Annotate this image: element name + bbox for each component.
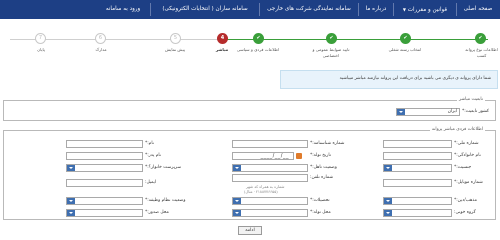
email-label: ایمیل: xyxy=(145,180,157,185)
birth-place-label: محل تولد:* xyxy=(310,210,331,215)
step-3-check-icon: ✔ xyxy=(326,33,337,44)
step-label: اطلاعات نوع پروانه کسب xyxy=(465,47,498,58)
nationality-legend: تابعیت مباشر xyxy=(456,97,485,102)
chevron-down-icon xyxy=(67,210,75,216)
first-name-input[interactable] xyxy=(66,140,143,148)
calendar-icon[interactable] xyxy=(296,153,302,159)
mobile-label: شماره موبایل:* xyxy=(454,180,483,185)
phone-input[interactable] xyxy=(232,174,308,182)
chevron-down-icon xyxy=(67,198,75,204)
nav-separator xyxy=(358,3,359,16)
nav-foreign-companies[interactable]: سامانه نمایندگی شرکت های خارجی xyxy=(262,0,356,19)
nav-separator xyxy=(456,3,457,16)
step-label: انتخاب رسته شغلی xyxy=(388,47,422,52)
nationality-fieldset: تابعیت مباشر کشور تابعیت:* ایران xyxy=(3,97,496,121)
marital-select[interactable] xyxy=(232,164,308,172)
nav-rules[interactable]: قوانین و مقررات ▼ xyxy=(396,0,454,19)
nationality-value: ایران xyxy=(447,109,457,114)
mobile-input[interactable] xyxy=(383,179,452,187)
top-nav: صفحه اصلی قوانین و مقررات ▼ درباره ما سا… xyxy=(0,0,500,19)
step-4-check-icon: ✔ xyxy=(253,33,264,44)
marital-label: وضعیت تاهل:* xyxy=(310,165,337,170)
gender-select[interactable] xyxy=(383,164,452,172)
nav-login[interactable]: ورود به سامانه xyxy=(98,0,148,19)
info-alert: شما دارای پروانه ی دیگری می باشید برای د… xyxy=(280,70,498,89)
id-number-input[interactable] xyxy=(232,140,308,148)
religion-select[interactable] xyxy=(383,197,452,205)
religion-label: مذهب/دین:* xyxy=(454,198,477,203)
nav-about[interactable]: درباره ما xyxy=(361,0,391,19)
step-label: مدارک xyxy=(95,47,107,52)
step-label: تایید ضوابط عمومی و اختصاصی xyxy=(312,47,350,58)
nav-separator xyxy=(150,3,151,16)
father-name-label: نام پدر:* xyxy=(145,153,161,158)
military-select[interactable] xyxy=(66,197,143,205)
step-7-pending: 6 xyxy=(95,33,106,44)
nav-saran[interactable]: سامانه ساران ( انتخابات الکترونیکی) xyxy=(153,0,257,19)
chevron-down-icon xyxy=(233,210,241,216)
step-label: پایان xyxy=(37,47,45,52)
birth-date-mask: __/__/____ xyxy=(260,153,289,159)
chevron-down-icon xyxy=(67,165,75,171)
military-label: وضعیت نظام وظیفه:* xyxy=(145,198,186,203)
birth-place-select[interactable] xyxy=(232,209,308,217)
education-select[interactable] xyxy=(232,197,308,205)
blood-select[interactable] xyxy=(383,209,452,217)
chevron-down-icon: ▼ xyxy=(402,7,406,12)
step-8-pending: 7 xyxy=(35,33,46,44)
info-alert-text: شما دارای پروانه ی دیگری می باشید برای د… xyxy=(339,76,491,81)
gender-label: جنسیت:* xyxy=(454,165,472,170)
step-1-check-icon: ✔ xyxy=(475,33,486,44)
household-select[interactable] xyxy=(66,164,143,172)
education-label: تحصیلات:* xyxy=(310,198,330,203)
issue-place-label: محل صدور:* xyxy=(145,210,169,215)
person-legend: اطلاعات فردی مباشر پروانه xyxy=(429,127,485,132)
step-6-pending: 5 xyxy=(170,33,181,44)
blood-label: گروه خونی: xyxy=(454,210,476,215)
chevron-down-icon xyxy=(397,109,405,115)
nav-home[interactable]: صفحه اصلی xyxy=(459,0,497,19)
nav-separator xyxy=(259,3,260,16)
nav-separator xyxy=(393,3,394,16)
household-label: سرپرست خانوار؟:* xyxy=(145,165,182,170)
last-name-input[interactable] xyxy=(383,152,452,160)
chevron-down-icon xyxy=(384,210,392,216)
chevron-down-icon xyxy=(384,165,392,171)
phone-hint-example: (۰۲۱۸۸۷۷۶۶۵۵ مثال) xyxy=(244,189,278,194)
chevron-down-icon xyxy=(384,198,392,204)
step-label: پیش نمایش xyxy=(164,47,185,52)
chevron-down-icon xyxy=(233,198,241,204)
last-name-label: نام خانوادگی:* xyxy=(454,153,481,158)
nationality-select[interactable]: ایران xyxy=(396,108,460,116)
phone-label: شماره تلفن: xyxy=(310,175,334,180)
step-2-check-icon: ✔ xyxy=(400,33,411,44)
nationality-label: کشور تابعیت:* xyxy=(462,109,490,114)
father-name-input[interactable] xyxy=(66,152,143,160)
email-input[interactable] xyxy=(66,179,143,187)
national-id-label: شماره ملی:* xyxy=(454,141,479,146)
issue-place-select[interactable] xyxy=(66,209,143,217)
nav-rules-label: قوانین و مقررات xyxy=(407,7,448,13)
national-id-input[interactable] xyxy=(383,140,452,148)
step-label: مباشر xyxy=(215,47,229,52)
chevron-down-icon xyxy=(233,165,241,171)
birth-date-input[interactable]: __/__/____ xyxy=(232,152,294,160)
step-5-current: 4 xyxy=(217,33,228,44)
birth-date-label: تاریخ تولد:* xyxy=(310,153,331,158)
id-number-label: شماره شناسنامه:* xyxy=(310,141,345,146)
first-name-label: نام:* xyxy=(145,141,154,146)
continue-button[interactable]: ادامه xyxy=(238,226,262,235)
